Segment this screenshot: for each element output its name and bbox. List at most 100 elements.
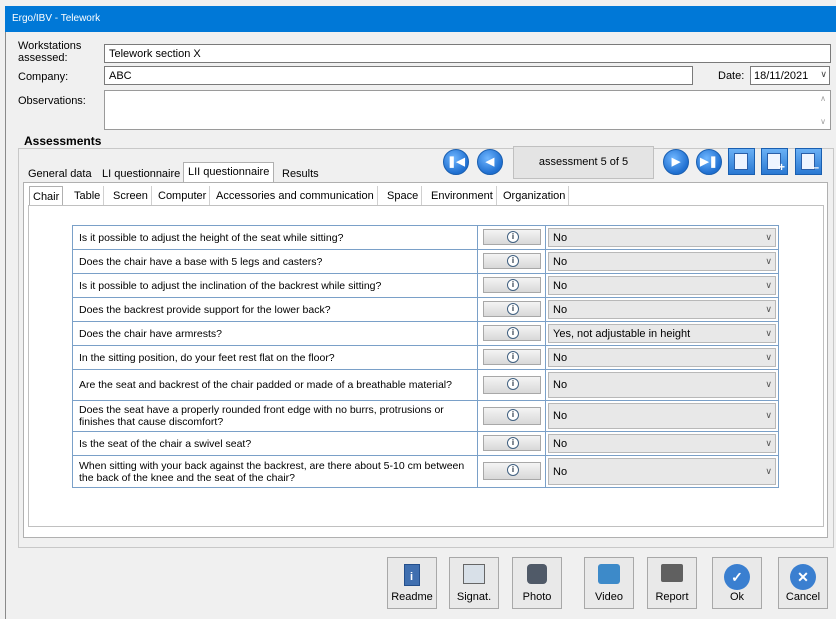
question-help-button[interactable]: i bbox=[483, 229, 541, 245]
question-row: Is it possible to adjust the inclination… bbox=[73, 274, 778, 298]
window-titlebar: Ergo/IBV - Telework bbox=[5, 6, 836, 32]
scroll-down-icon[interactable]: ∨ bbox=[820, 117, 826, 126]
answer-value: No bbox=[553, 410, 568, 422]
answer-dropdown[interactable]: No ∨ bbox=[548, 276, 776, 295]
readme-button[interactable]: Readme bbox=[387, 557, 437, 609]
observations-field[interactable]: ∧ ∨ bbox=[104, 90, 831, 130]
previous-icon: ◀ bbox=[485, 156, 495, 168]
tab-lii-questionnaire[interactable]: LII questionnaire bbox=[183, 162, 275, 182]
answer-dropdown[interactable]: No ∨ bbox=[548, 300, 776, 319]
question-help-button[interactable]: i bbox=[483, 325, 541, 341]
subtab-accessories[interactable]: Accessories and communication bbox=[213, 186, 378, 206]
question-row: In the sitting position, do your feet re… bbox=[73, 346, 778, 370]
video-button[interactable]: Video bbox=[584, 557, 634, 609]
answer-value: No bbox=[553, 437, 568, 450]
question-row: Is it possible to adjust the height of t… bbox=[73, 226, 778, 250]
subtab-computer[interactable]: Computer bbox=[155, 186, 211, 206]
cancel-label: Cancel bbox=[785, 591, 821, 603]
subtab-screen[interactable]: Screen bbox=[110, 186, 152, 206]
workstations-field[interactable]: Telework section X bbox=[104, 44, 831, 63]
question-help-button[interactable]: i bbox=[483, 407, 541, 425]
window-title: Ergo/IBV - Telework bbox=[12, 13, 101, 24]
previous-record-button[interactable]: ◀ bbox=[477, 149, 503, 175]
subtab-table[interactable]: Table bbox=[71, 186, 105, 206]
answer-value: No bbox=[553, 379, 568, 391]
next-icon: ▶ bbox=[671, 156, 681, 168]
company-label: Company: bbox=[18, 71, 69, 83]
answer-dropdown[interactable]: No ∨ bbox=[548, 372, 776, 398]
assessments-title: Assessments bbox=[24, 134, 102, 148]
tab-results[interactable]: Results bbox=[277, 164, 324, 182]
chevron-down-icon[interactable]: ∨ bbox=[765, 232, 772, 243]
question-help-button[interactable]: i bbox=[483, 435, 541, 451]
answer-dropdown[interactable]: No ∨ bbox=[548, 348, 776, 367]
info-icon: i bbox=[507, 327, 519, 339]
scroll-up-icon[interactable]: ∧ bbox=[820, 94, 826, 103]
answer-dropdown[interactable]: No ∨ bbox=[548, 403, 776, 429]
answer-cell: No ∨ bbox=[546, 432, 778, 455]
answer-dropdown[interactable]: No ∨ bbox=[548, 434, 776, 453]
cancel-button[interactable]: ✕ Cancel bbox=[778, 557, 828, 609]
chevron-down-icon[interactable]: ∨ bbox=[765, 466, 772, 477]
question-info-cell: i bbox=[478, 274, 546, 297]
chevron-down-icon[interactable]: ∨ bbox=[765, 352, 772, 363]
ok-button[interactable]: ✓ Ok bbox=[712, 557, 762, 609]
answer-dropdown[interactable]: No ∨ bbox=[548, 228, 776, 247]
chevron-down-icon[interactable]: ∨ bbox=[765, 438, 772, 449]
video-label: Video bbox=[595, 591, 623, 603]
answer-dropdown[interactable]: Yes, not adjustable in height ∨ bbox=[548, 324, 776, 343]
window-frame bbox=[5, 32, 6, 619]
question-text: Does the seat have a properly rounded fr… bbox=[73, 401, 478, 431]
subtab-chair[interactable]: Chair bbox=[29, 186, 64, 206]
chevron-down-icon[interactable]: ∨ bbox=[765, 280, 772, 291]
answer-dropdown[interactable]: No ∨ bbox=[548, 458, 776, 485]
answer-cell: No ∨ bbox=[546, 456, 778, 487]
company-field[interactable]: ABC bbox=[104, 66, 693, 85]
info-icon: i bbox=[507, 464, 519, 476]
question-text: Does the backrest provide support for th… bbox=[73, 298, 478, 321]
delete-record-button[interactable]: – bbox=[795, 148, 822, 175]
question-help-button[interactable]: i bbox=[483, 277, 541, 293]
question-row: Does the seat have a properly rounded fr… bbox=[73, 401, 778, 432]
readme-label: Readme bbox=[391, 591, 433, 603]
answer-dropdown[interactable]: No ∨ bbox=[548, 252, 776, 271]
chevron-down-icon[interactable]: ∨ bbox=[765, 379, 772, 390]
subtab-space[interactable]: Space bbox=[384, 186, 423, 206]
question-info-cell: i bbox=[478, 401, 546, 431]
question-help-button[interactable]: i bbox=[483, 462, 541, 480]
question-row: When sitting with your back against the … bbox=[73, 456, 778, 487]
question-help-button[interactable]: i bbox=[483, 301, 541, 317]
photo-button[interactable]: Photo bbox=[512, 557, 562, 609]
next-record-button[interactable]: ▶ bbox=[663, 149, 689, 175]
date-value: 18/11/2021 bbox=[754, 70, 809, 82]
chevron-down-icon[interactable]: ∨ bbox=[765, 328, 772, 339]
report-button[interactable]: Report bbox=[647, 557, 697, 609]
signature-button[interactable]: Signat. bbox=[449, 557, 499, 609]
answer-cell: No ∨ bbox=[546, 346, 778, 369]
chevron-down-icon[interactable]: ∨ bbox=[765, 304, 772, 315]
subtab-organization[interactable]: Organization bbox=[500, 186, 570, 206]
tab-li-questionnaire[interactable]: LI questionnaire bbox=[97, 164, 185, 182]
signature-icon bbox=[463, 564, 485, 584]
question-help-button[interactable]: i bbox=[483, 376, 541, 394]
chevron-down-icon[interactable]: ∨ bbox=[765, 256, 772, 267]
tab-general-data[interactable]: General data bbox=[23, 164, 97, 182]
question-help-button[interactable]: i bbox=[483, 349, 541, 365]
answer-cell: No ∨ bbox=[546, 298, 778, 321]
record-counter: assessment 5 of 5 bbox=[513, 146, 654, 179]
document-icon bbox=[734, 153, 748, 170]
first-record-button[interactable]: ❚◀ bbox=[443, 149, 469, 175]
question-text: Is the seat of the chair a swivel seat? bbox=[73, 432, 478, 455]
add-record-button[interactable]: + bbox=[761, 148, 788, 175]
chevron-down-icon[interactable]: ∨ bbox=[765, 410, 772, 421]
question-help-button[interactable]: i bbox=[483, 253, 541, 269]
edit-record-button[interactable] bbox=[728, 148, 755, 175]
date-picker[interactable]: 18/11/2021 ∨ bbox=[750, 66, 830, 85]
chevron-down-icon[interactable]: ∨ bbox=[820, 69, 827, 80]
answer-cell: No ∨ bbox=[546, 370, 778, 400]
last-record-button[interactable]: ▶❚ bbox=[696, 149, 722, 175]
subtab-environment[interactable]: Environment bbox=[428, 186, 497, 206]
questions-table: Is it possible to adjust the height of t… bbox=[72, 225, 779, 488]
observations-label: Observations: bbox=[18, 95, 86, 107]
question-row: Does the chair have armrests? i Yes, not a… bbox=[73, 322, 778, 346]
